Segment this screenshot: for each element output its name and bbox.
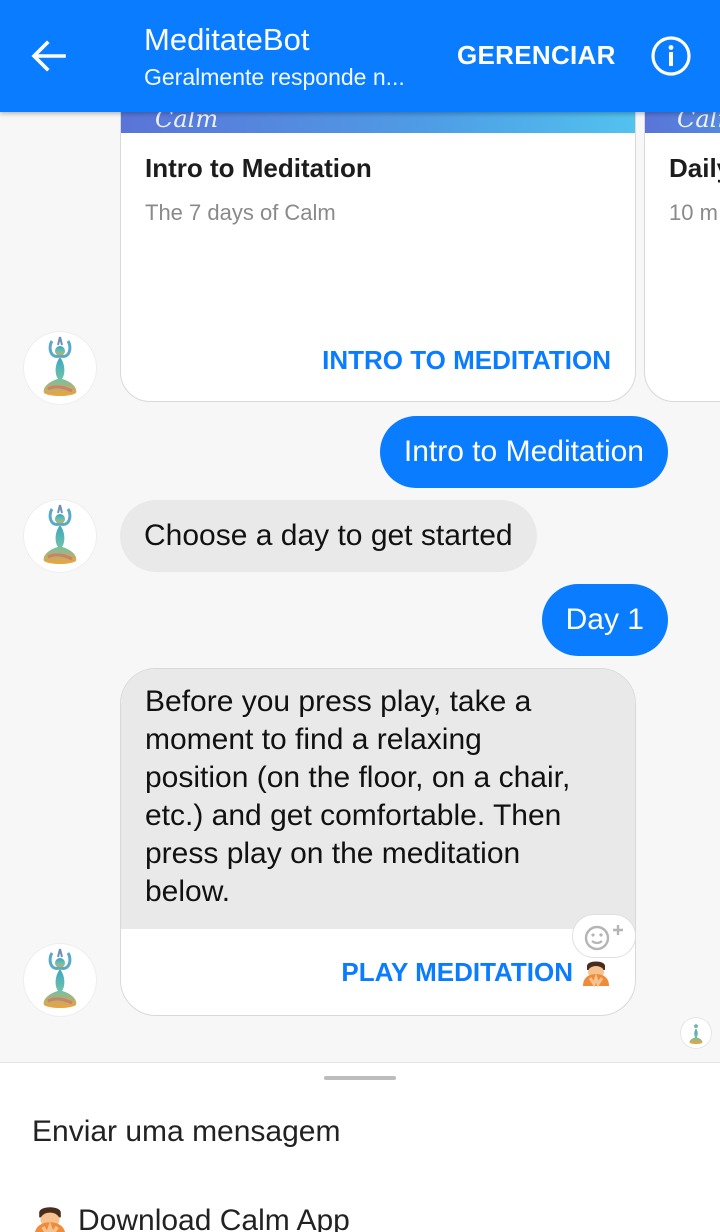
incoming-message-text: Before you press play, take a moment to … [121,669,635,929]
play-meditation-label: PLAY MEDITATION [341,957,573,987]
card-subtitle: The 7 days of Calm [145,200,336,225]
message-line: moment to find a relaxing [145,723,482,756]
chat-title[interactable]: MeditateBot [144,22,309,58]
info-circle-icon [651,36,691,76]
card-image: Calm [121,112,635,133]
quick-reply-download-calm-app[interactable]: Download Calm App [32,1203,350,1232]
chat-subtitle: Geralmente responde n... [144,64,405,90]
intro-to-meditation-button[interactable]: INTRO TO MEDITATION [322,345,611,376]
person-bowing-emoji [35,1207,65,1232]
card-image: Calm [645,112,720,133]
meditating-figure-icon [43,948,77,1008]
meditating-figure-icon [43,336,77,396]
message-line: press play on the meditation [145,837,521,870]
meditating-figure-icon [689,1024,703,1045]
message-list[interactable]: Calm Intro to Meditation The 7 days of C… [0,112,720,1062]
composer: Download Calm App [0,1062,720,1232]
calm-logo: Calm [677,112,720,133]
add-reaction-icon [584,925,623,951]
message-line: position (on the floor, on a chair, [145,761,571,794]
manage-button[interactable]: GERENCIAR [457,40,616,71]
arrow-left-icon [31,40,66,72]
bot-avatar[interactable] [24,332,96,404]
outgoing-message[interactable]: Day 1 [541,584,668,656]
meditating-figure-icon [43,504,77,564]
back-button[interactable] [18,30,78,82]
app-bar: MeditateBot Geralmente responde n... GER… [0,0,720,112]
message-line: etc.) and get comfortable. Then [145,799,562,832]
outgoing-message[interactable]: Intro to Meditation [379,416,668,488]
quick-reply-label: Download Calm App [78,1204,350,1232]
calm-logo: Calm [155,112,219,133]
info-button[interactable] [650,35,692,77]
incoming-message-with-button[interactable]: Before you press play, take a moment to … [120,668,636,1016]
drag-handle[interactable] [324,1076,396,1080]
message-line: below. [145,875,231,908]
play-meditation-button[interactable]: PLAY MEDITATION [341,957,611,988]
person-bowing-emoji [583,961,609,987]
read-receipt-avatar [681,1018,711,1048]
message-input[interactable] [32,1109,692,1155]
incoming-message[interactable]: Choose a day to get started [120,500,537,572]
add-reaction-button[interactable] [572,914,636,958]
card-title: Daily [669,153,720,183]
card-title: Intro to Meditation [145,153,372,183]
bot-avatar[interactable] [24,500,96,572]
carousel-card[interactable]: Calm Intro to Meditation The 7 days of C… [120,112,636,402]
bot-avatar[interactable] [24,944,96,1016]
carousel-card[interactable]: Calm Daily 10 m [644,112,720,402]
card-subtitle: 10 m [669,200,718,225]
message-line: Before you press play, take a [145,685,532,718]
